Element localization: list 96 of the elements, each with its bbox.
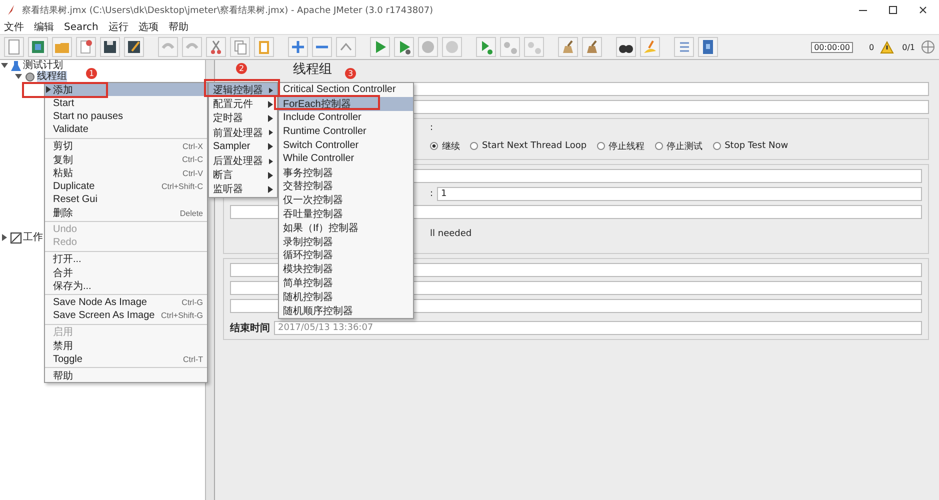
menu-item[interactable]: 帮助 xyxy=(168,20,188,34)
menu-item[interactable]: Toggle Ctrl-T xyxy=(45,352,207,366)
input-field[interactable]: 2017/05/13 13:36:07 xyxy=(274,321,922,335)
scissors-icon[interactable] xyxy=(206,37,226,57)
menu-item[interactable]: Include Controller xyxy=(279,110,413,124)
panel-title: 线程组 xyxy=(293,62,332,78)
menu-item[interactable]: Start xyxy=(45,96,207,110)
field-label: : xyxy=(430,189,434,199)
menu-item[interactable]: 模块控制器 xyxy=(279,262,413,276)
expanded-toggle-icon[interactable] xyxy=(14,72,23,81)
warning-icon[interactable] xyxy=(880,40,894,54)
menu-item[interactable]: 选项 xyxy=(138,20,158,34)
play-node-icon[interactable] xyxy=(394,37,414,57)
menu-item[interactable]: 打开... xyxy=(45,252,207,266)
menu-item[interactable]: 配置元件 xyxy=(209,97,277,112)
document-icon[interactable] xyxy=(76,37,96,57)
radio-option[interactable]: 继续 xyxy=(430,140,460,152)
radio-option[interactable]: 停止线程 xyxy=(596,140,645,152)
timer-display: 00:00:00 xyxy=(811,42,854,52)
toggle-icon[interactable] xyxy=(336,37,356,57)
floppy-pen-icon[interactable] xyxy=(124,37,144,57)
tree-node[interactable]: 工作 xyxy=(23,232,43,243)
menu-item[interactable]: 后置处理器 xyxy=(209,154,277,168)
menu-item[interactable]: Switch Controller xyxy=(279,138,413,152)
input-field[interactable]: 1 xyxy=(437,187,922,201)
menu-item[interactable]: 录制控制器 xyxy=(279,234,413,249)
broom-icon[interactable] xyxy=(558,37,578,57)
remote-play-icon[interactable] xyxy=(476,37,496,57)
broom-icon[interactable] xyxy=(582,37,602,57)
window-title: 察看结果树.jmx (C:\Users\dk\Desktop\jmeter\察看结果树.jmx) - Apache JMeter (3.0 r1743807) xyxy=(22,4,434,16)
group-label: : xyxy=(430,123,434,133)
gear-icon[interactable] xyxy=(24,70,36,82)
menu-item[interactable]: 简单控制器 xyxy=(279,276,413,290)
minus-icon[interactable] xyxy=(312,37,332,57)
binoculars-icon[interactable] xyxy=(616,37,636,57)
radio-option[interactable]: Stop Test Now xyxy=(712,141,788,151)
menu-item[interactable]: 定时器 xyxy=(209,111,277,126)
menu-item[interactable]: Save Node As Image Ctrl-G xyxy=(45,296,207,310)
help-book-icon[interactable] xyxy=(698,37,718,57)
menu-item[interactable]: While Controller xyxy=(279,152,413,166)
menu-item[interactable]: 添加 xyxy=(45,83,207,96)
menu-item[interactable]: 循环控制器 xyxy=(279,248,413,262)
menu-item[interactable]: Save Screen As Image Ctrl+Shift-G xyxy=(45,309,207,323)
menu-item[interactable]: 剪切 Ctrl-X xyxy=(45,140,207,153)
field-label: 结束时间 xyxy=(230,322,270,335)
globe-icon[interactable] xyxy=(921,40,935,54)
menu-item[interactable]: Duplicate Ctrl+Shift-C xyxy=(45,180,207,194)
menu-item[interactable]: 禁用 xyxy=(45,339,207,352)
tree-node[interactable]: 线程组 xyxy=(37,71,67,82)
menu-item[interactable]: 运行 xyxy=(108,20,128,34)
thread-count: 0/1 xyxy=(902,42,915,52)
menu-item[interactable]: 复制 Ctrl-C xyxy=(45,152,207,166)
step-badge: 2 xyxy=(236,63,247,74)
close-icon[interactable] xyxy=(917,4,929,16)
menu-item[interactable]: 随机顺序控制器 xyxy=(279,304,413,318)
menu-item[interactable]: 帮助 xyxy=(45,368,207,382)
menu-item[interactable]: 监听器 xyxy=(209,182,277,196)
menu-item[interactable]: Reset Gui xyxy=(45,193,207,207)
menu-item[interactable]: 前置处理器 xyxy=(209,126,277,140)
menu-item[interactable]: 编辑 xyxy=(34,20,54,34)
menu-item[interactable]: Sampler xyxy=(209,140,277,154)
play-icon[interactable] xyxy=(370,37,390,57)
floppy-icon[interactable] xyxy=(100,37,120,57)
menu-item[interactable]: 交替控制器 xyxy=(279,180,413,194)
menu-item[interactable]: 保存为... xyxy=(45,279,207,293)
tree-node[interactable]: 测试计划 xyxy=(23,60,63,71)
menu-item[interactable]: 仅一次控制器 xyxy=(279,193,413,208)
submenu-arrow-icon[interactable] xyxy=(46,86,51,94)
book-icon[interactable] xyxy=(28,37,48,57)
menu-item[interactable]: Runtime Controller xyxy=(279,124,413,138)
menu-item[interactable]: Start no pauses xyxy=(45,110,207,124)
menu-item[interactable]: 事务控制器 xyxy=(279,166,413,180)
workbench-icon[interactable] xyxy=(10,232,22,244)
menu-item[interactable]: 如果（If）控制器 xyxy=(279,220,413,235)
radio-option[interactable]: 停止测试 xyxy=(654,140,703,152)
menu-item[interactable]: 粘贴 Ctrl-V xyxy=(45,166,207,180)
collapsed-toggle-icon[interactable] xyxy=(0,233,9,242)
copy-icon[interactable] xyxy=(230,37,250,57)
feather-icon[interactable] xyxy=(6,4,16,16)
step-badge: 3 xyxy=(345,68,356,79)
checkbox-label: ll needed xyxy=(430,229,472,239)
radio-option[interactable]: Start Next Thread Loop xyxy=(470,141,587,151)
menu-item[interactable]: 删除 Delete xyxy=(45,206,207,220)
menu-item[interactable]: 文件 xyxy=(4,20,24,34)
menu-item[interactable]: 合并 xyxy=(45,266,207,280)
menu-item[interactable]: Validate xyxy=(45,123,207,137)
warning-count: 0 xyxy=(869,42,874,52)
maximize-icon[interactable] xyxy=(887,4,899,16)
list-icon[interactable] xyxy=(674,37,694,57)
menu-item[interactable]: 吞吐量控制器 xyxy=(279,207,413,221)
plus-icon[interactable] xyxy=(288,37,308,57)
menu-item[interactable]: Search xyxy=(64,22,98,32)
menu-item[interactable]: Critical Section Controller xyxy=(279,83,413,97)
menu-item[interactable]: 随机控制器 xyxy=(279,290,413,304)
menu-item[interactable]: 断言 xyxy=(209,168,277,182)
clipboard-icon[interactable] xyxy=(254,37,274,57)
